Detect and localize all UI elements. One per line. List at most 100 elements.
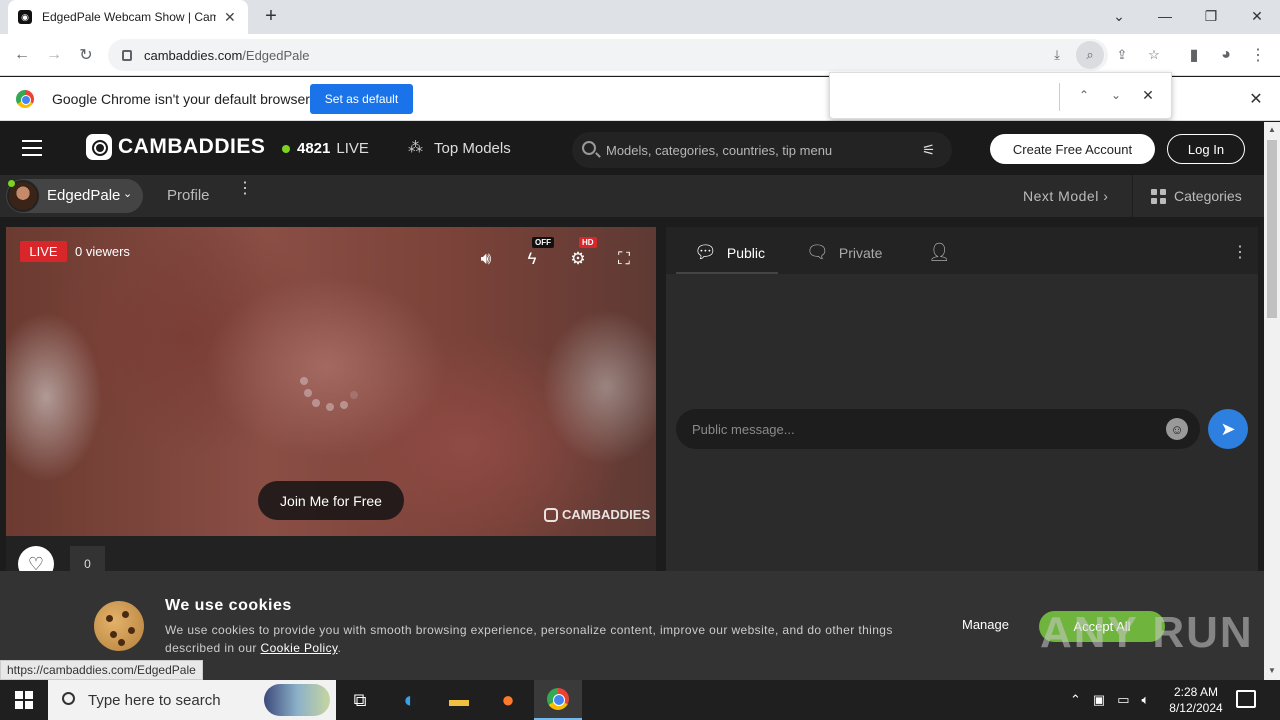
network-icon[interactable]: ▭ (1117, 692, 1129, 708)
download-icon[interactable]: ⤓ (1045, 43, 1069, 67)
model-name: EdgedPale (47, 187, 121, 204)
live-count[interactable]: 4821 LIVE (282, 140, 369, 157)
chat-message-input[interactable] (692, 419, 1132, 439)
windows-taskbar: Type here to search ⧉ ◐ ▬ ● ⌃ ▣ ▭ 🔈︎ 2:2… (0, 680, 1280, 720)
logo-mark-icon (86, 134, 112, 160)
site-favicon-icon: ◉ (18, 10, 32, 24)
firefox-icon[interactable]: ● (484, 680, 532, 720)
tab-public[interactable]: 💬︎ Public (694, 242, 765, 263)
send-button[interactable]: ➤ (1208, 409, 1248, 449)
tab-private[interactable]: 🗨︎ Private (806, 242, 882, 263)
loading-spinner-icon (300, 377, 360, 417)
categories-label: Categories (1174, 188, 1242, 204)
tab-users[interactable]: 👤︎ (928, 242, 951, 263)
bookmark-star-icon[interactable]: ☆ (1142, 43, 1166, 67)
categories-link[interactable]: Categories (1151, 188, 1242, 204)
site-logo[interactable]: CAMBADDIES (86, 134, 265, 160)
address-bar[interactable]: cambaddies.com/EdgedPale ⤓ ⌕ ⇪ ☆ (108, 39, 1160, 71)
create-account-button[interactable]: Create Free Account (990, 134, 1155, 164)
live-count-label: LIVE (336, 140, 369, 157)
infobar-close-icon[interactable]: ✕ (1243, 86, 1269, 112)
chat-tabs: 💬︎ Public 🗨︎ Private 👤︎ ⋮ (666, 227, 1258, 274)
edge-icon[interactable]: ◐ (386, 680, 434, 720)
find-previous-icon[interactable]: ⌃ (1074, 85, 1094, 105)
window-restore-button[interactable]: ❐ (1188, 0, 1234, 32)
clock[interactable]: 2:28 AM 8/12/2024 (1166, 684, 1226, 716)
system-tray: ⌃ ▣ ▭ 🔈︎ (1070, 680, 1161, 720)
tray-expand-icon[interactable]: ⌃ (1070, 692, 1081, 708)
back-arrow-icon[interactable]: ← (9, 42, 35, 68)
log-in-button[interactable]: Log In (1167, 134, 1245, 164)
volume-icon[interactable]: 🔊︎ (475, 249, 497, 269)
share-icon[interactable]: ⇪ (1110, 43, 1134, 67)
search-icon (62, 692, 75, 705)
scroll-down-icon[interactable]: ▼ (1268, 666, 1276, 675)
chat-more-icon[interactable]: ⋮ (1232, 242, 1248, 262)
settings-gear-icon[interactable]: ⚙︎ (567, 249, 589, 269)
search-highlight-image (264, 684, 330, 716)
join-free-button[interactable]: Join Me for Free (258, 481, 404, 520)
live-dot-icon (282, 144, 290, 153)
cookie-icon (94, 601, 144, 651)
top-models-link[interactable]: ⁂ Top Models (408, 139, 511, 157)
emoji-icon[interactable]: ☺ (1166, 418, 1188, 440)
find-close-icon[interactable]: ✕ (1138, 85, 1158, 105)
logo-text: CAMBADDIES (118, 135, 266, 158)
video-player[interactable]: LIVE 0 viewers 🔊︎ ϟ OFF ⚙︎ HD ⛶ Join Me … (6, 227, 656, 536)
chrome-menu-icon[interactable]: ⋮ (1245, 42, 1271, 68)
scroll-up-icon[interactable]: ▲ (1268, 125, 1276, 134)
find-in-page-icon[interactable]: ⌕ (1076, 41, 1104, 69)
lock-icon (122, 49, 132, 61)
tab-close-icon[interactable]: ✕ (224, 9, 236, 26)
lightning-icon[interactable]: ϟ (521, 249, 543, 269)
volume-icon[interactable]: 🔈︎ (1142, 692, 1150, 708)
chrome-taskbar-icon[interactable] (534, 680, 582, 720)
find-separator (1059, 83, 1060, 111)
window-minimize-button[interactable]: — (1142, 0, 1188, 32)
send-arrow-icon: ➤ (1220, 418, 1236, 439)
browser-tab-strip: ◉ EdgedPale Webcam Show | Cam ✕ + ⌄ — ❐ … (0, 0, 1280, 34)
side-panel-icon[interactable]: ▮ (1181, 42, 1207, 68)
search-input[interactable] (606, 140, 906, 160)
tray-device-icon[interactable]: ▣ (1093, 692, 1105, 708)
window-close-button[interactable]: ✕ (1234, 0, 1280, 32)
set-as-default-button[interactable]: Set as default (310, 84, 413, 114)
fullscreen-icon[interactable]: ⛶ (613, 249, 635, 269)
scrollbar-thumb[interactable] (1267, 140, 1277, 318)
player-actions: ♡ 0 (6, 536, 656, 582)
reload-icon[interactable]: ↻ (73, 42, 99, 68)
chevron-right-icon: › (1103, 188, 1109, 204)
find-next-icon[interactable]: ⌄ (1106, 85, 1126, 105)
top-models-label: Top Models (434, 139, 511, 157)
model-selector[interactable]: EdgedPale ⌄ (6, 179, 143, 213)
filter-sliders-icon[interactable]: ⚟ (922, 141, 935, 159)
next-model-link[interactable]: Next Model › (1023, 188, 1108, 204)
page-scrollbar[interactable]: ▲ ▼ (1264, 122, 1280, 680)
browser-tab[interactable]: ◉ EdgedPale Webcam Show | Cam ✕ (8, 0, 248, 34)
cookie-policy-link[interactable]: Cookie Policy (261, 641, 338, 655)
online-dot-icon (8, 180, 15, 187)
taskbar-search-placeholder: Type here to search (88, 692, 221, 709)
notification-icon[interactable] (1236, 690, 1256, 708)
task-view-icon[interactable]: ⧉ (336, 680, 384, 720)
site-search: ⚟ (572, 132, 952, 168)
watermark-text: CAMBADDIES (562, 507, 651, 522)
forward-arrow-icon[interactable]: → (41, 42, 67, 68)
chat-message-box: ☺ (676, 409, 1200, 449)
new-tab-button[interactable]: + (248, 0, 294, 32)
profile-tab[interactable]: Profile (167, 187, 210, 204)
off-badge: OFF (532, 237, 554, 248)
clock-date: 8/12/2024 (1169, 701, 1223, 715)
taskbar-search[interactable]: Type here to search (48, 680, 336, 720)
manage-cookies-button[interactable]: Manage (962, 617, 1009, 632)
tab-title: EdgedPale Webcam Show | Cam (42, 10, 216, 24)
start-button[interactable] (0, 680, 48, 720)
tab-search-button[interactable]: ⌄ (1096, 0, 1142, 32)
more-options-icon[interactable]: ⋮ (237, 181, 253, 197)
web-page: CAMBADDIES 4821 LIVE ⁂ Top Models ⚟ Crea… (0, 122, 1264, 680)
hamburger-menu-icon[interactable] (22, 140, 42, 156)
chevron-down-icon: ⌄ (123, 188, 133, 200)
profile-avatar-icon[interactable]: ◕ (1213, 42, 1239, 68)
live-count-number: 4821 (297, 140, 331, 157)
file-explorer-icon[interactable]: ▬ (435, 680, 483, 720)
